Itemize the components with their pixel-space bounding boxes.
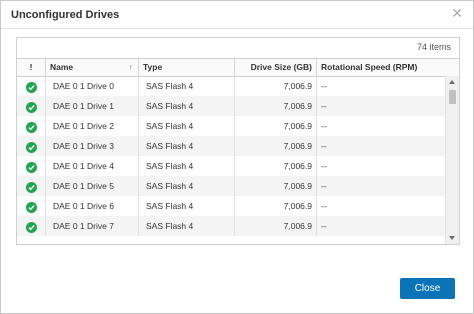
table-row[interactable]: DAE 0 1 Drive 0 SAS Flash 4 7,006.9 --	[17, 76, 445, 96]
type-cell: SAS Flash 4	[139, 136, 235, 156]
status-cell	[17, 176, 46, 196]
status-cell	[17, 96, 46, 116]
type-cell: SAS Flash 4	[139, 76, 235, 96]
ok-status-icon	[26, 182, 37, 193]
name-cell: DAE 0 1 Drive 7	[46, 216, 139, 236]
scroll-up-arrow-icon[interactable]	[449, 80, 455, 84]
name-cell: DAE 0 1 Drive 5	[46, 176, 139, 196]
column-header-speed[interactable]: Rotational Speed (RPM)	[317, 59, 459, 76]
grid-header: ! Name ↑ Type Drive Size (GB) Rotational…	[17, 58, 459, 77]
ok-status-icon	[26, 202, 37, 213]
speed-cell: --	[321, 81, 327, 91]
size-cell: 7,006.9	[235, 176, 317, 196]
name-cell: DAE 0 1 Drive 6	[46, 196, 139, 216]
status-cell	[17, 156, 46, 176]
close-icon[interactable]: ✕	[451, 5, 463, 22]
column-header-status[interactable]: !	[17, 59, 46, 76]
speed-cell: --	[321, 101, 327, 111]
table-row[interactable]: DAE 0 1 Drive 3 SAS Flash 4 7,006.9 --	[17, 136, 445, 156]
column-header-name[interactable]: Name ↑	[46, 59, 139, 76]
size-cell: 7,006.9	[235, 116, 317, 136]
vertical-scrollbar[interactable]	[445, 76, 459, 244]
name-cell: DAE 0 1 Drive 1	[46, 96, 139, 116]
table-row[interactable]: DAE 0 1 Drive 5 SAS Flash 4 7,006.9 --	[17, 176, 445, 196]
type-cell: SAS Flash 4	[139, 196, 235, 216]
drives-grid: 74 items ! Name ↑ Type Drive Size (GB) R…	[16, 37, 460, 245]
ok-status-icon	[26, 82, 37, 93]
size-cell: 7,006.9	[235, 96, 317, 116]
column-header-name-label: Name	[50, 62, 74, 72]
ok-status-icon	[26, 102, 37, 113]
size-cell: 7,006.9	[235, 156, 317, 176]
ok-status-icon	[26, 122, 37, 133]
name-cell: DAE 0 1 Drive 3	[46, 136, 139, 156]
item-count: 74 items	[416, 42, 451, 52]
status-cell	[17, 136, 46, 156]
type-cell: SAS Flash 4	[139, 116, 235, 136]
type-cell: SAS Flash 4	[139, 96, 235, 116]
ok-status-icon	[26, 162, 37, 173]
scroll-down-arrow-icon[interactable]	[449, 236, 455, 240]
speed-cell: --	[321, 141, 327, 151]
speed-cell: --	[321, 181, 327, 191]
size-cell: 7,006.9	[235, 76, 317, 96]
speed-cell: --	[321, 221, 327, 231]
column-header-type[interactable]: Type	[139, 59, 235, 76]
speed-cell: --	[321, 201, 327, 211]
status-cell	[17, 216, 46, 236]
ok-status-icon	[26, 142, 37, 153]
size-cell: 7,006.9	[235, 136, 317, 156]
scrollbar-thumb[interactable]	[449, 90, 456, 104]
speed-cell: --	[321, 161, 327, 171]
type-cell: SAS Flash 4	[139, 176, 235, 196]
table-row[interactable]: DAE 0 1 Drive 4 SAS Flash 4 7,006.9 --	[17, 156, 445, 176]
status-cell	[17, 76, 46, 96]
name-cell: DAE 0 1 Drive 4	[46, 156, 139, 176]
type-cell: SAS Flash 4	[139, 156, 235, 176]
size-cell: 7,006.9	[235, 196, 317, 216]
ok-status-icon	[26, 222, 37, 233]
unconfigured-drives-dialog: Unconfigured Drives ✕ 74 items ! Name ↑ …	[0, 0, 474, 314]
name-cell: DAE 0 1 Drive 0	[46, 76, 139, 96]
size-cell: 7,006.9	[235, 216, 317, 236]
table-row[interactable]: DAE 0 1 Drive 7 SAS Flash 4 7,006.9 --	[17, 216, 445, 236]
sort-ascending-icon: ↑	[128, 62, 134, 72]
dialog-title: Unconfigured Drives	[11, 9, 120, 21]
table-row[interactable]: DAE 0 1 Drive 6 SAS Flash 4 7,006.9 --	[17, 196, 445, 216]
status-cell	[17, 196, 46, 216]
type-cell: SAS Flash 4	[139, 216, 235, 236]
status-cell	[17, 116, 46, 136]
column-header-size[interactable]: Drive Size (GB)	[235, 59, 317, 76]
title-divider	[1, 28, 473, 29]
name-cell: DAE 0 1 Drive 2	[46, 116, 139, 136]
speed-cell: --	[321, 121, 327, 131]
table-row[interactable]: DAE 0 1 Drive 1 SAS Flash 4 7,006.9 --	[17, 96, 445, 116]
grid-rows: DAE 0 1 Drive 0 SAS Flash 4 7,006.9 -- DAE 0…	[17, 76, 445, 244]
table-row[interactable]: DAE 0 1 Drive 2 SAS Flash 4 7,006.9 --	[17, 116, 445, 136]
close-button[interactable]: Close	[400, 278, 455, 299]
